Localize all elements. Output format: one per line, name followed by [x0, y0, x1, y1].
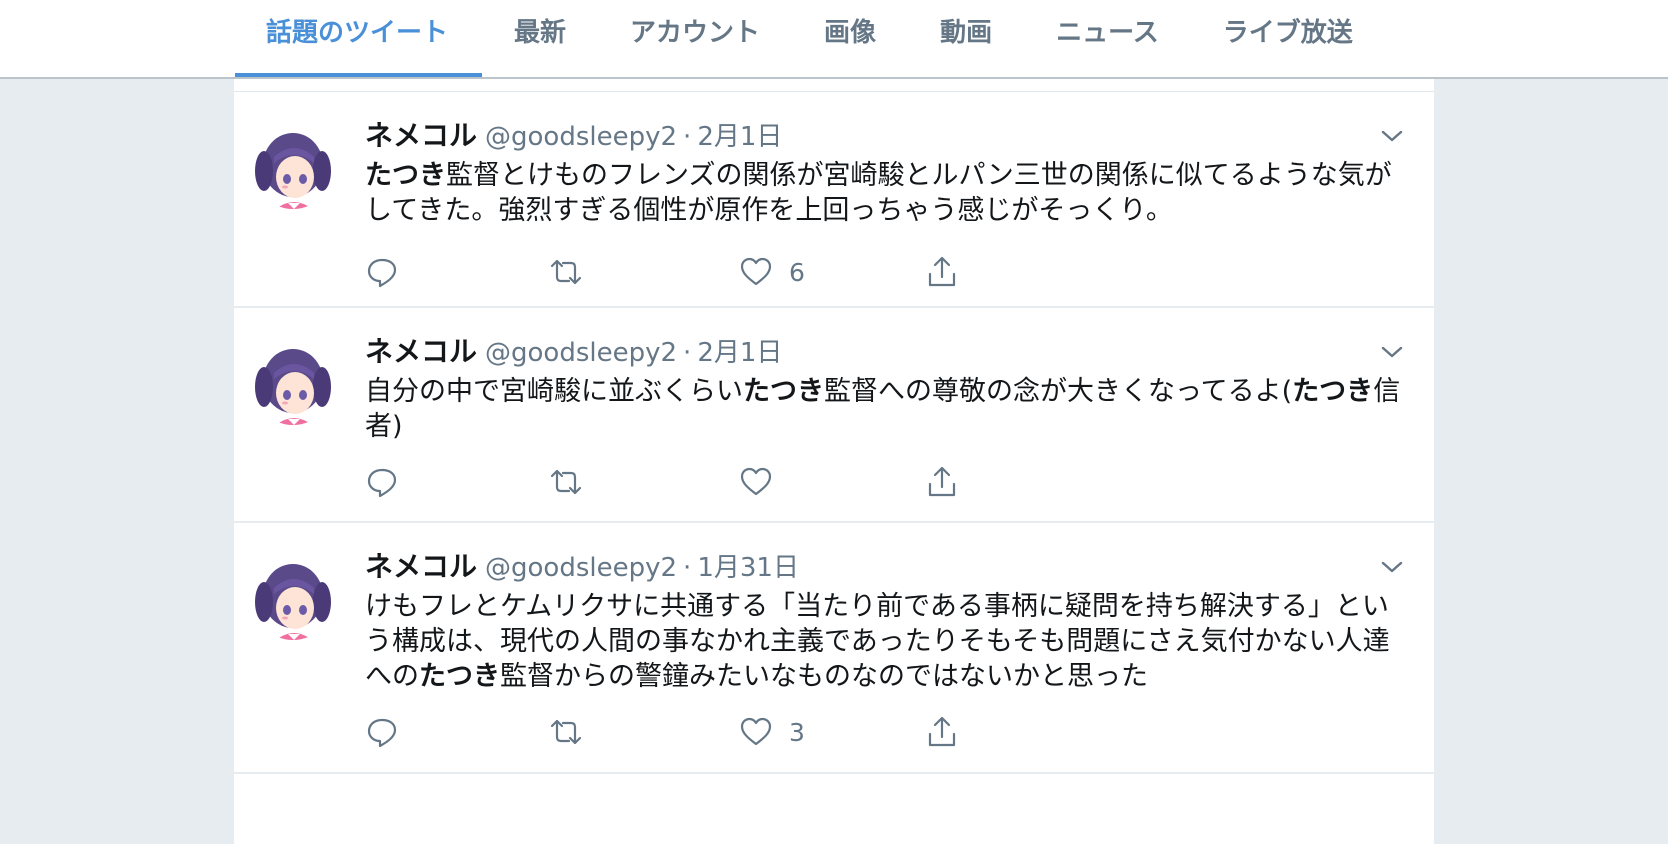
separator: · [683, 338, 692, 368]
display-name[interactable]: ネメコル [365, 335, 477, 368]
username[interactable]: @goodsleepy2 [485, 122, 677, 152]
chevron-down-icon[interactable] [1380, 128, 1404, 144]
timeline: ネメコル @goodsleepy2 · 2月1日 たつき監督とけものフレンズの関係が宮… [234, 79, 1434, 844]
like-count: 6 [789, 257, 805, 287]
heart-icon [740, 467, 772, 496]
retweet-icon [550, 719, 582, 745]
avatar[interactable] [252, 343, 334, 425]
tab-live[interactable]: ライブ放送 [1191, 0, 1385, 77]
separator: · [683, 122, 692, 152]
reply-icon [367, 258, 397, 288]
retweet-button[interactable] [549, 252, 583, 292]
heart-icon [740, 257, 772, 286]
tweet[interactable]: ネメコル @goodsleepy2 · 1月31日 けもフレとケムリクサに共通する「当… [234, 523, 1434, 774]
tabs: 話題のツイート 最新 アカウント 画像 動画 ニュース ライブ放送 [235, 0, 1385, 77]
keyword-highlight: たつき [365, 160, 446, 191]
tweet-text: 自分の中で宮崎駿に並ぶくらいたつき監督への尊敬の念が大きくなってるよ(たつき信者… [365, 374, 1414, 444]
avatar[interactable] [252, 127, 334, 209]
timestamp[interactable]: 2月1日 [697, 338, 782, 368]
chevron-down-icon[interactable] [1380, 344, 1404, 360]
separator: · [683, 553, 692, 583]
tweet-text: けもフレとケムリクサに共通する「当たり前である事柄に疑問を持ち解決する」という構… [365, 589, 1414, 694]
text-segment: 監督への尊敬の念が大きくなってるよ( [824, 376, 1293, 407]
tweet-content: ネメコル @goodsleepy2 · 2月1日 たつき監督とけものフレンズの関係が宮… [365, 120, 1414, 228]
username[interactable]: @goodsleepy2 [485, 338, 677, 368]
timestamp[interactable]: 1月31日 [697, 553, 799, 583]
heart-icon [740, 717, 772, 746]
search-tab-bar: 話題のツイート 最新 アカウント 画像 動画 ニュース ライブ放送 [0, 0, 1668, 79]
tweet-content: ネメコル @goodsleepy2 · 1月31日 けもフレとケムリクサに共通する「当… [365, 551, 1414, 694]
tweet-header: ネメコル @goodsleepy2 · 2月1日 [365, 119, 1414, 153]
tweet-content: ネメコル @goodsleepy2 · 2月1日 自分の中で宮崎駿に並ぶくらいたつき監… [365, 336, 1414, 444]
tweet[interactable]: ネメコル @goodsleepy2 · 2月1日 自分の中で宮崎駿に並ぶくらいたつき監… [234, 308, 1434, 523]
retweet-icon [550, 259, 582, 285]
retweet-button[interactable] [549, 712, 583, 752]
keyword-highlight: たつき [1292, 376, 1374, 407]
tweet-text: たつき監督とけものフレンズの関係が宮崎駿とルパン三世の関係に似てるような気がして… [365, 158, 1414, 228]
like-button[interactable]: 6 [739, 252, 805, 292]
keyword-highlight: たつき [743, 376, 824, 407]
tab-news[interactable]: ニュース [1024, 0, 1191, 77]
reply-icon [367, 468, 397, 498]
reply-button[interactable] [365, 252, 399, 292]
tweet-header: ネメコル @goodsleepy2 · 2月1日 [365, 335, 1414, 369]
tweet[interactable]: ネメコル @goodsleepy2 · 2月1日 たつき監督とけものフレンズの関係が宮… [234, 92, 1434, 308]
retweet-button[interactable] [549, 462, 583, 502]
like-button[interactable]: 3 [739, 712, 805, 752]
username[interactable]: @goodsleepy2 [485, 553, 677, 583]
retweet-icon [550, 469, 582, 495]
tab-top-tweets[interactable]: 話題のツイート [235, 0, 483, 77]
share-button[interactable] [925, 252, 959, 292]
reply-icon [367, 718, 397, 748]
reply-button[interactable] [365, 712, 399, 752]
share-button[interactable] [925, 462, 959, 502]
chevron-down-icon[interactable] [1380, 559, 1404, 575]
tab-images[interactable]: 画像 [792, 0, 908, 77]
text-segment: 監督からの警鐘みたいなものなのではないかと思った [500, 661, 1148, 692]
display-name[interactable]: ネメコル [365, 119, 477, 152]
tab-accounts[interactable]: アカウント [598, 0, 792, 77]
share-icon [928, 466, 956, 497]
avatar[interactable] [252, 558, 334, 640]
like-button[interactable] [739, 462, 789, 502]
tweet-header: ネメコル @goodsleepy2 · 1月31日 [365, 550, 1414, 584]
tab-latest[interactable]: 最新 [482, 0, 598, 77]
text-segment: 監督とけものフレンズの関係が宮崎駿とルパン三世の関係に似てるような気がしてきた。… [365, 160, 1392, 226]
tab-videos[interactable]: 動画 [908, 0, 1024, 77]
like-count: 3 [789, 717, 805, 747]
share-button[interactable] [925, 712, 959, 752]
display-name[interactable]: ネメコル [365, 550, 477, 583]
share-icon [928, 256, 956, 287]
reply-button[interactable] [365, 462, 399, 502]
text-segment: 自分の中で宮崎駿に並ぶくらい [365, 376, 743, 407]
share-icon [928, 716, 956, 747]
timestamp[interactable]: 2月1日 [697, 122, 782, 152]
keyword-highlight: たつき [419, 661, 500, 692]
